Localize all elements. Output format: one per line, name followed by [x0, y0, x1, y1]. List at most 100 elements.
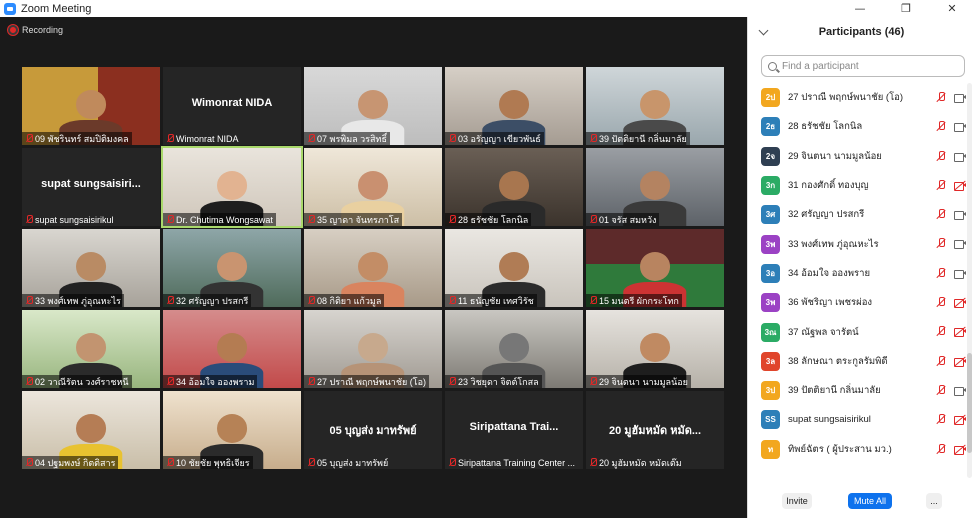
mic-muted-icon[interactable] — [936, 384, 946, 396]
video-off-icon[interactable] — [954, 444, 966, 455]
video-camera-icon[interactable] — [954, 122, 966, 133]
search-input[interactable] — [782, 60, 952, 72]
more-button[interactable]: ... — [926, 493, 942, 509]
video-tile[interactable]: 10 ชัยชัย พุทธิเจียร — [163, 391, 301, 469]
video-tile[interactable]: Siripattana Trai... Siripattana Training … — [445, 391, 583, 469]
video-tile[interactable]: 07 พรพิมล วรสิทธิ์ — [304, 67, 442, 145]
mic-muted-icon[interactable] — [936, 92, 946, 103]
video-camera-icon[interactable] — [954, 93, 966, 103]
video-camera-icon[interactable] — [954, 239, 966, 250]
tile-participant-name: 29 จินตนา นามมูลน้อย — [599, 376, 688, 387]
mic-muted-icon[interactable] — [936, 179, 946, 191]
person-head — [216, 171, 248, 200]
video-tile[interactable]: 34 อ้อมใจ อองพราม — [163, 310, 301, 388]
close-button[interactable]: ✕ — [929, 0, 975, 17]
mic-muted-icon[interactable] — [936, 326, 946, 337]
mic-muted-icon[interactable] — [936, 443, 946, 455]
tile-name-tag: 35 ญาดา จันทรภาโส — [304, 213, 403, 226]
video-tile[interactable]: 15 มนตรี ผักกระโทก — [586, 229, 724, 307]
mic-muted-icon[interactable] — [936, 238, 946, 249]
mic-muted-icon[interactable] — [936, 209, 946, 220]
video-off-icon[interactable] — [954, 297, 966, 309]
mic-muted-icon — [166, 377, 174, 386]
mic-muted-icon — [307, 458, 315, 467]
mic-muted-icon — [589, 458, 597, 467]
tile-name-tag: 39 ปัตติยานี กลิ่นมาลัย — [586, 132, 690, 145]
video-tile[interactable]: 35 ญาดา จันทรภาโส — [304, 148, 442, 226]
video-tile[interactable]: 11 ธนัญชัย เทศวิรัช — [445, 229, 583, 307]
participant-avatar: 3อ — [761, 263, 780, 283]
participant-row[interactable]: 2ธ 28 ธรัชชัย โลกนิล — [748, 112, 968, 141]
video-off-icon[interactable] — [954, 356, 966, 367]
participant-row[interactable]: 2ป 27 ปราณี พฤกษ์พนาชัย (โอ) — [748, 83, 968, 112]
chevron-down-icon[interactable] — [758, 25, 769, 36]
mic-muted-icon[interactable] — [936, 414, 946, 425]
tile-name-tag: 15 มนตรี ผักกระโทก — [586, 294, 682, 307]
participant-row[interactable]: 2จ 29 จินตนา นามมูลน้อย — [748, 142, 968, 171]
video-tile[interactable]: 23 วิชยุดา จิตต์โกสล — [445, 310, 583, 388]
invite-button[interactable]: Invite — [782, 493, 812, 509]
video-camera-icon[interactable] — [954, 210, 966, 221]
participant-avatar: 3ศ — [761, 205, 780, 225]
video-tile[interactable]: 28 ธรัชชัย โลกนิล — [445, 148, 583, 226]
participant-row[interactable]: 3พ 33 พงศ์เทพ ภู่อุณหะไร — [748, 229, 968, 258]
video-tile[interactable]: Wimonrat NIDA Wimonrat NIDA — [163, 67, 301, 145]
participant-row[interactable]: 3ศ 32 ศรัญญา ปรสกรี — [748, 200, 968, 229]
video-tile[interactable]: Dr. Chutima Wongsawat — [163, 148, 301, 226]
video-tile[interactable]: 20 มูฮัมหมัด หมัด... 20 มูฮัมหมัด หมัดเต๊… — [586, 391, 724, 469]
video-tile[interactable]: 02 วาณีรัตน วงศ์ราชหนี — [22, 310, 160, 388]
participant-row[interactable]: 3พ 36 พัชริญา เพชรผ่อง — [748, 288, 968, 317]
video-tile[interactable]: 03 อรัญญา เขียวพันธ์ — [445, 67, 583, 145]
person-head — [498, 333, 530, 362]
participant-row[interactable]: 3ณ 37 ณัฐพล จารัตน์ — [748, 317, 968, 346]
video-tile[interactable]: 08 กิติยา แก้วมูล — [304, 229, 442, 307]
video-camera-icon[interactable] — [954, 152, 966, 162]
tile-name-tag: 34 อ้อมใจ อองพราม — [163, 375, 258, 388]
participant-row[interactable]: 3ก 31 กองศักดิ์ ทองบุญ — [748, 171, 968, 200]
tile-name-tag: 07 พรพิมล วรสิทธิ์ — [304, 132, 390, 145]
video-camera-icon[interactable] — [954, 386, 966, 396]
tile-name-tag: 02 วาณีรัตน วงศ์ราชหนี — [22, 375, 132, 388]
tile-participant-name: 10 ชัยชัย พุทธิเจียร — [176, 457, 250, 468]
video-off-icon[interactable] — [954, 180, 966, 191]
mic-muted-icon[interactable] — [936, 355, 946, 367]
video-off-icon[interactable] — [954, 326, 966, 338]
person-head — [357, 252, 389, 281]
video-tile[interactable]: 39 ปัตติยานี กลิ่นมาลัย — [586, 67, 724, 145]
video-camera-icon[interactable] — [954, 269, 966, 279]
participant-scrollbar[interactable] — [967, 83, 972, 478]
participant-row[interactable]: ท ทิพย์ฉัตร ( ผู้ประสาน มว.) — [748, 435, 968, 464]
participant-name: ทิพย์ฉัตร ( ผู้ประสาน มว.) — [788, 443, 892, 455]
video-tile[interactable]: 27 ปราณี พฤกษ์พนาชัย (โอ) — [304, 310, 442, 388]
participant-row[interactable]: 3ป 39 ปัตติยานี กลิ่นมาลัย — [748, 376, 968, 405]
mute-all-button[interactable]: Mute All — [848, 493, 892, 509]
person-head — [75, 90, 107, 119]
mic-muted-icon[interactable] — [936, 267, 946, 279]
video-tile[interactable]: 05 บุญส่ง มาทรัพย์ 05 บุญส่ง มาทรัพย์ — [304, 391, 442, 469]
participant-row[interactable]: 3อ 34 อ้อมใจ อองพราย — [748, 259, 968, 288]
video-tile[interactable]: 09 พัชรินทร์ สมปิติมงคล — [22, 67, 160, 145]
person-head — [357, 90, 389, 119]
person-head — [639, 252, 671, 281]
video-tile[interactable]: 32 ศรัญญา ปรสกรี — [163, 229, 301, 307]
recording-indicator[interactable]: Recording — [8, 25, 63, 35]
video-tile[interactable]: 29 จินตนา นามมูลน้อย — [586, 310, 724, 388]
participant-row[interactable]: SS supat sungsaisirikul — [748, 405, 968, 434]
video-tile[interactable]: 04 ปฐมพงษ์ กิตติสาร — [22, 391, 160, 469]
tile-display-name: 20 มูฮัมหมัด หมัด... — [608, 425, 702, 437]
video-tile[interactable]: 01 จรัส สมหวัง — [586, 148, 724, 226]
mic-muted-icon[interactable] — [936, 121, 946, 132]
video-off-icon[interactable] — [954, 414, 966, 426]
video-tile[interactable]: 33 พงศ์เทพ ภู่อุณหะไร — [22, 229, 160, 307]
mic-muted-icon[interactable] — [936, 297, 946, 308]
restore-button[interactable]: ❐ — [883, 0, 929, 17]
scrollbar-thumb[interactable] — [967, 353, 972, 453]
participant-avatar: 3พ — [761, 293, 780, 313]
video-tile[interactable]: supat sungsaisiri... supat sungsaisirikul — [22, 148, 160, 226]
mic-muted-icon[interactable] — [936, 150, 946, 162]
participant-status-icons — [936, 297, 966, 309]
tile-participant-name: Siripattana Training Center ... — [458, 457, 576, 468]
participant-row[interactable]: 3ล 38 ลักษณา ตระกูลรัมพิดี — [748, 347, 968, 376]
participant-search[interactable] — [761, 55, 965, 77]
minimize-button[interactable]: — — [837, 0, 883, 17]
